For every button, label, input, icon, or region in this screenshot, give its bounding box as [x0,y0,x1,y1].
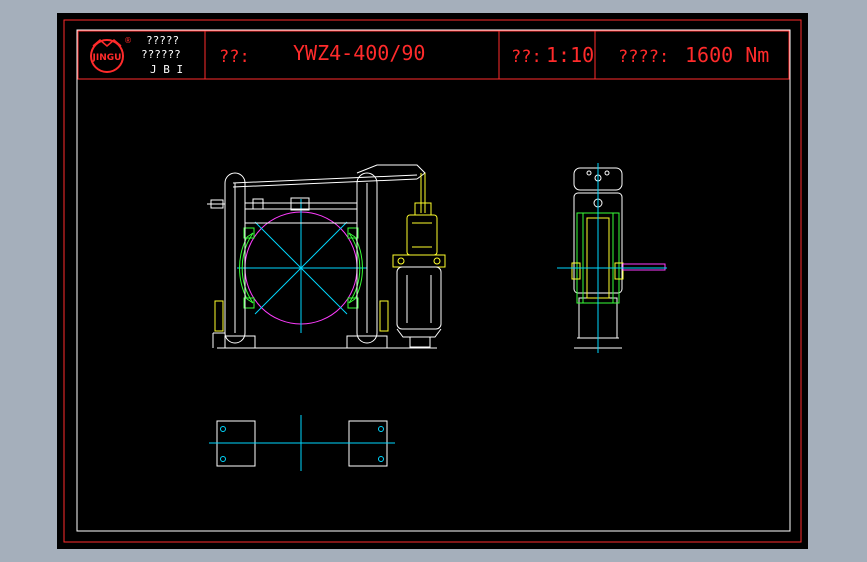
scale-value: 1:10 [546,43,594,67]
foot-plate-right [341,420,395,467]
logo-registered-mark: ® [124,36,132,45]
company-abbreviation: J B I [150,63,183,76]
brake-arm-left [224,172,246,344]
cad-viewport: JINGU ® ????? ?????? J B I ??: YWZ4-400/… [0,0,867,562]
foot-plates-center-lines [263,415,341,471]
model-label: ??: [219,47,250,67]
outer-border [63,19,802,543]
inner-frame [76,29,791,532]
side-view [557,163,667,353]
foot-plate-left [209,420,263,467]
torque-label: ????: [618,47,669,67]
company-logo: JINGU ® [90,36,132,73]
brake-wheel [237,199,367,333]
scale-label: ??: [511,47,542,67]
torque-value: 1600 Nm [685,43,769,67]
logo-text: JINGU [92,53,122,63]
front-view [207,164,446,349]
hydraulic-thruster [392,173,446,348]
company-name-line1: ????? [146,34,179,47]
cad-drawing: JINGU ® ????? ?????? J B I ??: YWZ4-400/… [63,19,802,543]
drawing-sheet: JINGU ® ????? ?????? J B I ??: YWZ4-400/… [57,13,808,549]
brake-arm-right [356,172,378,344]
title-block: JINGU ® ????? ?????? J B I ??: YWZ4-400/… [77,30,790,80]
model-value: YWZ4-400/90 [293,41,425,65]
company-name-line2: ?????? [141,48,181,61]
